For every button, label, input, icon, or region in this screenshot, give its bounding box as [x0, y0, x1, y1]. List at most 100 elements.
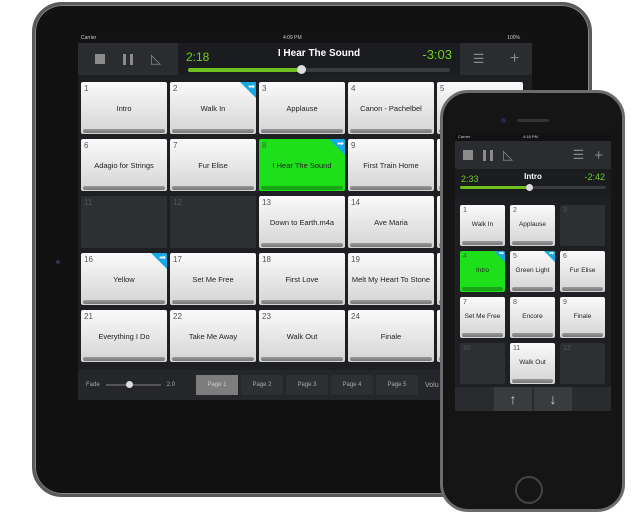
cue-progress — [350, 243, 432, 247]
cue-label: Intro — [116, 104, 132, 113]
iphone-screen: Carrier 4:18 PM ◺ ☰ + 2:33 Intro -2:42 1… — [455, 133, 611, 411]
stop-icon[interactable] — [95, 54, 105, 64]
fade-slider-knob[interactable] — [125, 381, 133, 388]
cue-button[interactable]: 4 Canon - Pachelbel — [348, 82, 434, 134]
cue-progress — [83, 186, 165, 190]
battery-label: 100% — [507, 35, 520, 41]
fade-control: Fade 2.0 — [86, 381, 196, 388]
cue-button[interactable]: 11 Walk Out — [510, 343, 555, 384]
cue-button[interactable]: 14 Ave Maria — [348, 196, 434, 248]
cue-progress — [83, 357, 165, 361]
cue-button[interactable]: 8 I Hear The Sound ➡ — [259, 139, 345, 191]
cue-number: 9 — [351, 141, 356, 150]
follow-arrow-icon: ➡ — [494, 251, 505, 262]
arrow-up-icon[interactable]: ↑ — [494, 387, 532, 411]
cue-button[interactable]: 13 Down to Earth.m4a — [259, 196, 345, 248]
progress-bar[interactable] — [188, 65, 450, 74]
cue-number: 16 — [84, 255, 93, 264]
page-tab[interactable]: Page 5 — [376, 375, 418, 395]
cue-progress — [261, 186, 343, 190]
arrow-down-icon[interactable]: ↓ — [534, 387, 572, 411]
cue-button[interactable]: 9 First Train Home — [348, 139, 434, 191]
follow-arrow-icon: ➡ — [240, 82, 256, 98]
cue-label: Fur Elise — [198, 161, 228, 170]
plus-icon[interactable]: + — [510, 50, 519, 68]
top-bar: ◺ ☰ + — [455, 141, 611, 169]
cue-number: 11 — [84, 198, 93, 207]
cue-button[interactable]: 7 Set Me Free — [460, 297, 505, 338]
cue-progress — [562, 333, 603, 337]
home-button[interactable] — [515, 476, 543, 504]
progress-knob[interactable] — [526, 184, 534, 191]
page-tab[interactable]: Page 3 — [286, 375, 328, 395]
page-tab[interactable]: Page 2 — [241, 375, 283, 395]
cue-number: 2 — [173, 84, 178, 93]
cue-button[interactable]: 2 Walk In ➡ — [170, 82, 256, 134]
volume-label: Volu — [425, 381, 439, 389]
cue-label: Take Me Away — [188, 332, 238, 341]
cue-button[interactable]: 1 Intro — [81, 82, 167, 134]
cue-button[interactable]: 6 Fur Elise — [560, 251, 605, 292]
cue-button[interactable]: 21 Everything I Do — [81, 310, 167, 362]
follow-arrow-icon: ➡ — [544, 251, 555, 262]
pause-icon[interactable] — [483, 149, 493, 161]
fade-out-icon[interactable]: ◺ — [151, 51, 161, 67]
fade-slider[interactable] — [105, 381, 161, 388]
cue-progress — [172, 357, 254, 361]
right-buttons: ☰ + — [460, 43, 532, 75]
cue-button[interactable]: 3 — [560, 205, 605, 246]
cue-label: Intro — [475, 267, 489, 274]
cue-button[interactable]: 9 Finale — [560, 297, 605, 338]
cue-number: 24 — [351, 312, 360, 321]
cue-button[interactable]: 3 Applause — [259, 82, 345, 134]
cue-button[interactable]: 23 Walk Out — [259, 310, 345, 362]
progress-knob[interactable] — [296, 65, 306, 74]
cue-button[interactable]: 12 — [170, 196, 256, 248]
status-bar: Carrier 4:09 PM 100% — [78, 34, 532, 43]
cue-number: 5 — [513, 253, 517, 260]
fade-out-icon[interactable]: ◺ — [503, 147, 513, 163]
cue-button[interactable]: 19 Melt My Heart To Stone — [348, 253, 434, 305]
cue-number: 7 — [463, 299, 467, 306]
cue-button[interactable]: 7 Fur Elise — [170, 139, 256, 191]
cue-button[interactable]: 6 Adagio for Strings — [81, 139, 167, 191]
cue-button[interactable]: 18 First Love — [259, 253, 345, 305]
cue-button[interactable]: 8 Encore — [510, 297, 555, 338]
cue-label: Green Light — [515, 267, 550, 274]
page-nav: ↑ ↓ — [455, 387, 611, 411]
cue-button[interactable]: 16 Yellow ➡ — [81, 253, 167, 305]
page-tab[interactable]: Page 1 — [196, 375, 238, 395]
cue-number: 23 — [262, 312, 271, 321]
progress-bar[interactable] — [460, 184, 606, 191]
cue-progress — [462, 241, 503, 245]
cue-button[interactable]: 11 — [81, 196, 167, 248]
cue-label: Set Me Free — [464, 313, 501, 320]
cue-label: Applause — [518, 221, 547, 228]
cue-label: Finale — [380, 332, 402, 341]
cue-label: Yellow — [113, 275, 135, 284]
cue-button[interactable]: 5 Green Light ➡ — [510, 251, 555, 292]
stop-icon[interactable] — [463, 150, 473, 160]
page-tab[interactable]: Page 4 — [331, 375, 373, 395]
cue-button[interactable]: 1 Walk In — [460, 205, 505, 246]
cue-button[interactable]: 10 — [460, 343, 505, 384]
cue-number: 6 — [84, 141, 89, 150]
cue-progress — [512, 379, 553, 383]
status-bar: Carrier 4:18 PM — [455, 133, 611, 141]
cue-number: 7 — [173, 141, 178, 150]
cue-button[interactable]: 2 Applause — [510, 205, 555, 246]
pause-icon[interactable] — [123, 53, 133, 65]
sliders-icon[interactable]: ☰ — [473, 51, 485, 67]
cue-number: 12 — [563, 345, 571, 352]
sliders-icon[interactable]: ☰ — [573, 147, 585, 163]
cue-button[interactable]: 12 — [560, 343, 605, 384]
cue-progress — [350, 186, 432, 190]
cue-button[interactable]: 24 Finale — [348, 310, 434, 362]
cue-number: 5 — [440, 84, 445, 93]
cue-button[interactable]: 17 Set Me Free — [170, 253, 256, 305]
cue-button[interactable]: 22 Take Me Away — [170, 310, 256, 362]
track-title: I Hear The Sound — [277, 48, 361, 59]
cue-button[interactable]: 4 Intro ➡ — [460, 251, 505, 292]
cue-label: Applause — [286, 104, 318, 113]
plus-icon[interactable]: + — [594, 147, 603, 164]
